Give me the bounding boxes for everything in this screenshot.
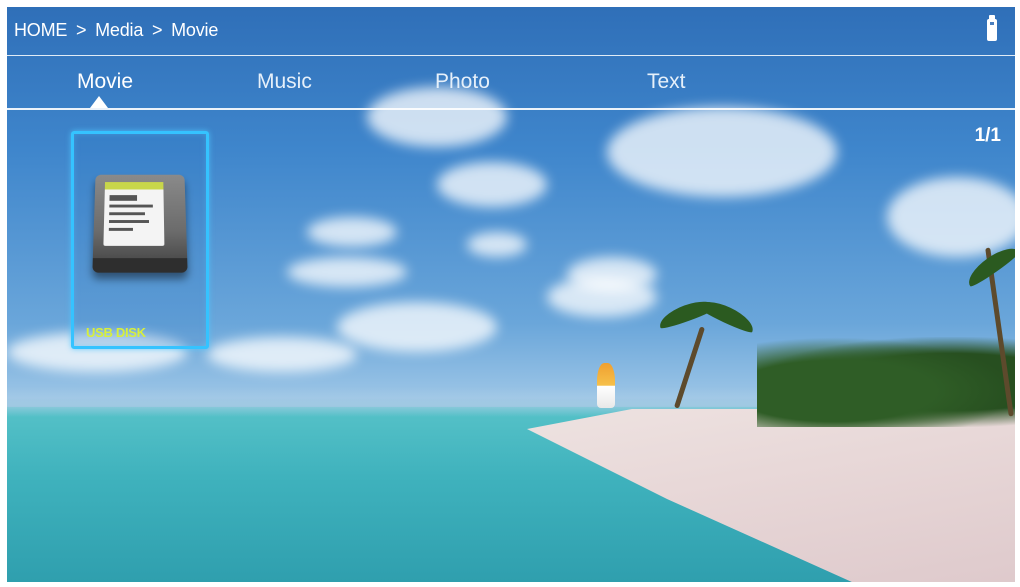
hard-disk-label-line [109,195,138,201]
background-cloud [887,177,1015,257]
hard-disk-label-line [109,204,153,208]
usb-drive-icon [987,15,997,41]
tab-photo[interactable]: Photo [435,70,490,94]
hard-disk-base [92,258,188,273]
header-bar: HOME > Media > Movie [7,7,1015,56]
background-trees [757,337,1015,427]
hard-disk-icon [92,174,188,273]
background-sailboat [597,363,615,408]
background-cloud [307,217,397,247]
hard-disk-label-line [108,220,150,223]
background-cloud [207,337,357,372]
breadcrumb: HOME > Media > Movie [14,20,222,41]
media-type-tabs: Movie Music Photo Text [7,56,1015,110]
page-indicator: 1/1 [974,125,1001,146]
breadcrumb-media[interactable]: Media [95,20,143,40]
breadcrumb-current: Movie [171,20,219,40]
breadcrumb-separator: > [76,20,87,40]
background-cloud [337,302,497,352]
background-cloud [547,277,657,317]
palm-frond [696,295,758,335]
breadcrumb-separator: > [151,20,163,40]
device-name-label: USB DISK [86,325,146,340]
active-tab-indicator-icon [90,96,108,108]
media-browser-screen: HOME > Media > Movie Movie Music Photo T… [7,7,1015,582]
hard-disk-label-line [109,212,145,216]
background-cloud [437,162,547,207]
background-cloud [287,257,407,287]
tab-text[interactable]: Text [647,70,686,94]
hard-disk-label-line [108,227,133,231]
breadcrumb-home[interactable]: HOME [14,20,67,40]
background-cloud [607,107,837,197]
background-cloud [467,232,527,257]
hard-disk-label-band [104,182,164,190]
tab-music[interactable]: Music [257,70,312,94]
device-tile-usb-disk[interactable]: USB DISK [71,131,209,349]
tab-movie[interactable]: Movie [77,70,133,94]
hard-disk-label [103,182,165,246]
